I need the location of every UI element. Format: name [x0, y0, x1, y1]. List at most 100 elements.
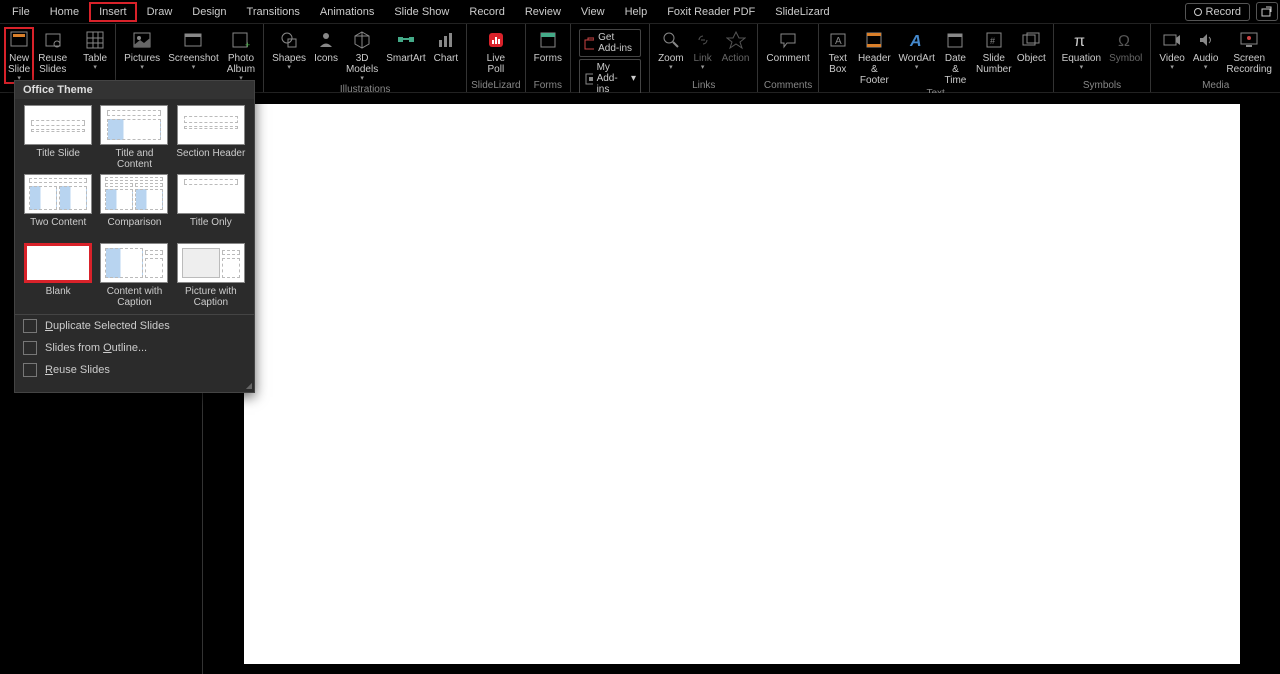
layout-section-header[interactable]: Section Header [174, 105, 248, 170]
layout-thumb [177, 174, 245, 214]
3d-models-button[interactable]: 3D Models ▾ [342, 27, 382, 84]
tab-slideshow[interactable]: Slide Show [384, 2, 459, 22]
slidenumber-button[interactable]: # Slide Number [973, 27, 1014, 77]
screen-recording-button[interactable]: Screen Recording [1222, 27, 1276, 77]
reuse-label: Reuse Slides [45, 364, 110, 376]
get-addins-button[interactable]: Get Add-ins [579, 29, 641, 57]
layout-title-slide[interactable]: Title Slide [21, 105, 95, 170]
group-comments-label: Comments [764, 80, 812, 92]
group-forms: Forms Forms [526, 24, 571, 92]
wordart-button[interactable]: A WordArt ▾ [896, 27, 937, 73]
icons-button[interactable]: Icons [310, 27, 342, 66]
group-media-label: Media [1202, 80, 1229, 92]
textbox-label: Text Box [829, 53, 847, 75]
action-label: Action [722, 53, 750, 64]
video-button[interactable]: Video ▾ [1155, 27, 1188, 73]
chart-button[interactable]: Chart [430, 27, 462, 66]
layout-title-content[interactable]: Title and Content [97, 105, 171, 170]
layout-label: Title and Content [97, 148, 171, 170]
reuse-slides-label: Reuse Slides [38, 53, 67, 75]
equation-button[interactable]: π Equation ▾ [1058, 27, 1105, 73]
slide-canvas-area [203, 93, 1280, 674]
group-slidelizard-label: SlideLizard [471, 80, 520, 92]
action-icon [725, 29, 747, 51]
duplicate-slides-item[interactable]: Duplicate Selected Slides [15, 315, 254, 337]
comment-button[interactable]: Comment [762, 27, 813, 66]
tab-home[interactable]: Home [40, 2, 89, 22]
layout-thumb [177, 243, 245, 283]
header-footer-button[interactable]: Header & Footer [853, 27, 896, 88]
zoom-button[interactable]: Zoom ▾ [654, 27, 688, 73]
chevron-down-icon: ▾ [287, 63, 291, 71]
tab-foxit[interactable]: Foxit Reader PDF [657, 2, 765, 22]
object-button[interactable]: Object [1014, 27, 1049, 66]
shapes-icon [278, 29, 300, 51]
chart-label: Chart [434, 53, 458, 64]
group-slidelizard: Live Poll SlideLizard [467, 24, 525, 92]
datetime-label: Date & Time [941, 53, 969, 86]
table-button[interactable]: Table ▾ [79, 27, 111, 73]
object-icon [1020, 29, 1042, 51]
chevron-down-icon: ▾ [915, 63, 919, 71]
smartart-icon [395, 29, 417, 51]
tab-insert[interactable]: Insert [89, 2, 137, 22]
tab-slidelizard[interactable]: SlideLizard [765, 2, 839, 22]
chevron-down-icon: ▾ [140, 63, 144, 71]
share-button[interactable] [1256, 2, 1278, 21]
layout-two-content[interactable]: Two Content [21, 174, 95, 239]
layout-grid: Title Slide Title and Content Section He… [15, 99, 254, 314]
new-slide-button[interactable]: New Slide ▾ [4, 27, 34, 84]
new-slide-dropdown: Office Theme Title Slide Title and Conte… [14, 80, 255, 393]
layout-thumb [100, 243, 168, 283]
new-slide-label: New Slide [8, 53, 30, 75]
textbox-button[interactable]: A Text Box [823, 27, 853, 77]
shapes-button[interactable]: Shapes ▾ [268, 27, 310, 73]
symbol-button[interactable]: Ω Symbol [1105, 27, 1146, 66]
smartart-button[interactable]: SmartArt [382, 27, 429, 66]
tab-view[interactable]: View [571, 2, 615, 22]
tab-draw[interactable]: Draw [137, 2, 183, 22]
symbol-label: Symbol [1109, 53, 1142, 64]
slides-from-outline-item[interactable]: Slides from Outline... [15, 337, 254, 359]
link-icon [692, 29, 714, 51]
new-slide-icon [8, 29, 30, 51]
reuse-slides-item[interactable]: Reuse Slides [15, 359, 254, 381]
group-symbols-label: Symbols [1083, 80, 1121, 92]
tab-help[interactable]: Help [615, 2, 658, 22]
reuse-slides-button[interactable]: Reuse Slides [34, 27, 71, 77]
outline-icon [23, 341, 37, 355]
tab-review[interactable]: Review [515, 2, 571, 22]
pictures-button[interactable]: Pictures ▾ [120, 27, 164, 73]
chevron-down-icon: ▾ [1204, 63, 1208, 71]
layout-content-caption[interactable]: Content with Caption [97, 243, 171, 308]
layout-label: Section Header [176, 148, 245, 170]
link-button[interactable]: Link ▾ [688, 27, 718, 73]
tab-record[interactable]: Record [459, 2, 514, 22]
layout-blank[interactable]: Blank [21, 243, 95, 308]
wordart-icon: A [906, 29, 928, 51]
audio-button[interactable]: Audio ▾ [1189, 27, 1223, 73]
resize-grip[interactable]: ◢ [15, 381, 254, 392]
layout-picture-caption[interactable]: Picture with Caption [174, 243, 248, 308]
live-poll-button[interactable]: Live Poll [481, 27, 511, 77]
audio-icon [1195, 29, 1217, 51]
tab-file[interactable]: File [2, 2, 40, 22]
screenshot-button[interactable]: Screenshot ▾ [164, 27, 223, 73]
photo-album-button[interactable]: + Photo Album ▾ [223, 27, 259, 84]
tab-transitions[interactable]: Transitions [237, 2, 310, 22]
action-button[interactable]: Action [718, 27, 754, 66]
tab-animations[interactable]: Animations [310, 2, 384, 22]
slide-canvas[interactable] [244, 104, 1240, 664]
datetime-button[interactable]: Date & Time [937, 27, 973, 88]
chevron-down-icon: ▾ [701, 63, 705, 71]
layout-comparison[interactable]: Comparison [97, 174, 171, 239]
tab-design[interactable]: Design [182, 2, 236, 22]
forms-button[interactable]: Forms [530, 27, 566, 66]
menu-bar: File Home Insert Draw Design Transitions… [0, 0, 1280, 23]
record-button[interactable]: Record [1185, 3, 1250, 21]
textbox-icon: A [827, 29, 849, 51]
layout-title-only[interactable]: Title Only [174, 174, 248, 239]
my-addins-label: My Add-ins [597, 62, 627, 95]
comment-label: Comment [766, 53, 809, 64]
layout-thumb [24, 174, 92, 214]
